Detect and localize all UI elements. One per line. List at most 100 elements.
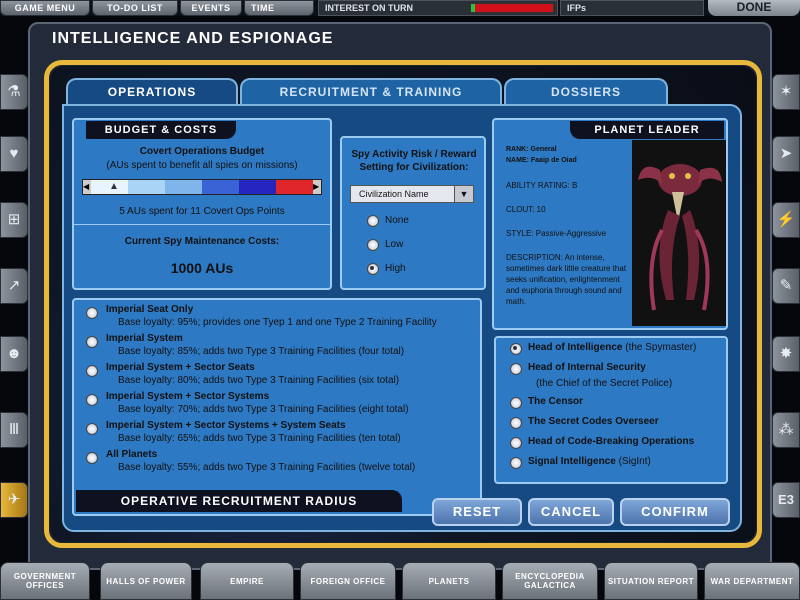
position-option[interactable]: Head of Internal Security <box>528 362 646 373</box>
radius-radio[interactable] <box>86 336 98 348</box>
tab-dossiers[interactable]: DOSSIERS <box>504 78 668 104</box>
radius-radio[interactable] <box>86 452 98 464</box>
chevron-down-icon[interactable]: ▼ <box>454 186 473 202</box>
done-button[interactable]: DONE <box>708 0 800 16</box>
position-radio[interactable] <box>510 437 522 449</box>
civilization-dropdown[interactable]: Civilization Name ▼ <box>350 185 474 203</box>
radius-radio[interactable] <box>86 394 98 406</box>
radius-radio[interactable] <box>86 423 98 435</box>
nav-halls-of-power[interactable]: HALLS OF POWER <box>100 562 192 600</box>
nav-encyclopedia-galactica[interactable]: ENCYCLOPEDIA GALACTICA <box>502 562 598 600</box>
radius-option-desc: Base loyalty: 95%; provides one Tyep 1 a… <box>118 317 437 328</box>
leader-rank: RANK: General <box>506 146 557 153</box>
risk-radio-none[interactable] <box>367 215 379 227</box>
position-title: Signal Intelligence <box>528 456 616 467</box>
nav-situation-report[interactable]: SITUATION REPORT <box>604 562 698 600</box>
budget-header: BUDGET & COSTS <box>86 121 236 139</box>
radius-option-desc: Base loyalty: 85%; adds two Type 3 Train… <box>118 346 405 357</box>
columns-icon[interactable]: Ⅲ <box>0 412 28 448</box>
leader-portrait <box>632 140 726 326</box>
covert-budget-subtitle: (AUs spent to benefit all spies on missi… <box>106 160 298 171</box>
position-radio[interactable] <box>510 343 522 355</box>
radius-radio[interactable] <box>86 365 98 377</box>
nav-foreign-office[interactable]: FOREIGN OFFICE <box>300 562 396 600</box>
radius-option-title[interactable]: Imperial System + Sector Systems <box>106 391 269 402</box>
budget-slider[interactable]: ◀ ▲ ▶ <box>82 179 322 195</box>
recruitment-radius-footer: OPERATIVE RECRUITMENT RADIUS <box>76 490 402 512</box>
tab-recruitment[interactable]: RECRUITMENT & TRAINING <box>240 78 502 104</box>
risk-radio-high[interactable] <box>367 263 379 275</box>
radius-option-title[interactable]: All Planets <box>106 449 157 460</box>
nav-empire[interactable]: EMPIRE <box>200 562 294 600</box>
nav-war-department[interactable]: WAR DEPARTMENT <box>704 562 800 600</box>
game-menu-button[interactable]: GAME MENU <box>0 0 90 16</box>
position-radio[interactable] <box>510 417 522 429</box>
planet-leader-header: PLANET LEADER <box>570 121 724 139</box>
spy-icon[interactable]: ✈ <box>0 482 28 518</box>
maintenance-value: 1000 AUs <box>170 260 234 276</box>
radius-option-desc: Base loyalty: 65%; adds two Type 3 Train… <box>118 433 401 444</box>
radius-option-title[interactable]: Imperial System <box>106 333 183 344</box>
civilization-dropdown-value: Civilization Name <box>359 189 429 199</box>
maintenance-label: Current Spy Maintenance Costs: <box>124 236 280 247</box>
burst-icon[interactable]: ✸ <box>772 336 800 372</box>
leader-ability: ABILITY RATING: B <box>506 181 578 190</box>
position-title: Head of Intelligence <box>528 342 623 353</box>
lab-icon[interactable]: ⚗ <box>0 74 28 110</box>
covert-budget-title: Covert Operations Budget <box>139 146 265 157</box>
divider <box>74 224 330 225</box>
position-subtitle: (SigInt) <box>615 456 651 467</box>
ifps-label: IFPs <box>560 0 704 16</box>
position-subtitle: (the Spymaster) <box>622 342 697 353</box>
position-title: The Secret Codes Overseer <box>528 416 659 427</box>
position-option[interactable]: Head of Code-Breaking Operations <box>528 436 694 447</box>
risk-label-low: Low <box>385 239 404 250</box>
slider-thumb[interactable]: ▲ <box>91 180 128 194</box>
todo-list-button[interactable]: TO-DO LIST <box>92 0 178 16</box>
group-icon[interactable]: ☻ <box>0 336 28 372</box>
position-radio[interactable] <box>510 457 522 469</box>
radius-option-desc: Base loyalty: 80%; adds two Type 3 Train… <box>118 375 400 386</box>
position-option[interactable]: The Secret Codes Overseer <box>528 416 659 427</box>
e3-button[interactable]: E3 <box>772 482 800 518</box>
cluster-icon[interactable]: ⁂ <box>772 412 800 448</box>
interest-bar <box>470 3 554 13</box>
org-chart-icon[interactable]: ⊞ <box>0 202 28 238</box>
events-button[interactable]: EVENTS <box>180 0 242 16</box>
position-option[interactable]: The Censor <box>528 396 583 407</box>
position-radio[interactable] <box>510 363 522 375</box>
nav-planets[interactable]: PLANETS <box>402 562 496 600</box>
leader-description: DESCRIPTION: An intense, sometimes dark … <box>506 253 627 306</box>
leader-style: STYLE: Passive-Aggressive <box>506 229 607 238</box>
time-button[interactable]: TIME <box>244 0 314 16</box>
radius-radio[interactable] <box>86 307 98 319</box>
risk-label-none: None <box>385 215 409 226</box>
radius-option-desc: Base loyalty: 55%; adds two Type 3 Train… <box>118 462 416 473</box>
risk-title: Spy Activity Risk / Reward Setting for C… <box>351 149 477 173</box>
confirm-button[interactable]: CONFIRM <box>620 498 730 526</box>
reset-button[interactable]: RESET <box>432 498 522 526</box>
slider-left-arrow-icon[interactable]: ◀ <box>83 180 91 194</box>
ship-icon[interactable]: ➤ <box>772 136 800 172</box>
stars-icon[interactable]: ✶ <box>772 74 800 110</box>
radius-option-title[interactable]: Imperial Seat Only <box>106 304 193 315</box>
nav-government-offices[interactable]: GOVERNMENT OFFICES <box>0 562 90 600</box>
scroll-icon[interactable]: ✎ <box>772 268 800 304</box>
position-title: The Censor <box>528 396 584 407</box>
slider-right-arrow-icon[interactable]: ▶ <box>313 180 321 194</box>
risk-radio-low[interactable] <box>367 239 379 251</box>
position-option[interactable]: Signal Intelligence (SigInt) <box>528 456 651 467</box>
radius-option-title[interactable]: Imperial System + Sector Systems + Syste… <box>106 420 346 431</box>
heart-icon[interactable]: ♥ <box>0 136 28 172</box>
radius-option-title[interactable]: Imperial System + Sector Seats <box>106 362 255 373</box>
position-title: Head of Internal Security <box>528 362 646 373</box>
position-sub-label: (the Chief of the Secret Police) <box>536 378 673 389</box>
radius-option-desc: Base loyalty: 70%; adds two Type 3 Train… <box>118 404 409 415</box>
position-radio[interactable] <box>510 397 522 409</box>
page-title: INTELLIGENCE AND ESPIONAGE <box>52 30 334 47</box>
cancel-button[interactable]: CANCEL <box>528 498 614 526</box>
position-option[interactable]: Head of Intelligence (the Spymaster) <box>528 342 696 353</box>
lightning-icon[interactable]: ⚡ <box>772 202 800 238</box>
graph-icon[interactable]: ↗ <box>0 268 28 304</box>
position-title: Head of Code-Breaking Operations <box>528 436 695 447</box>
